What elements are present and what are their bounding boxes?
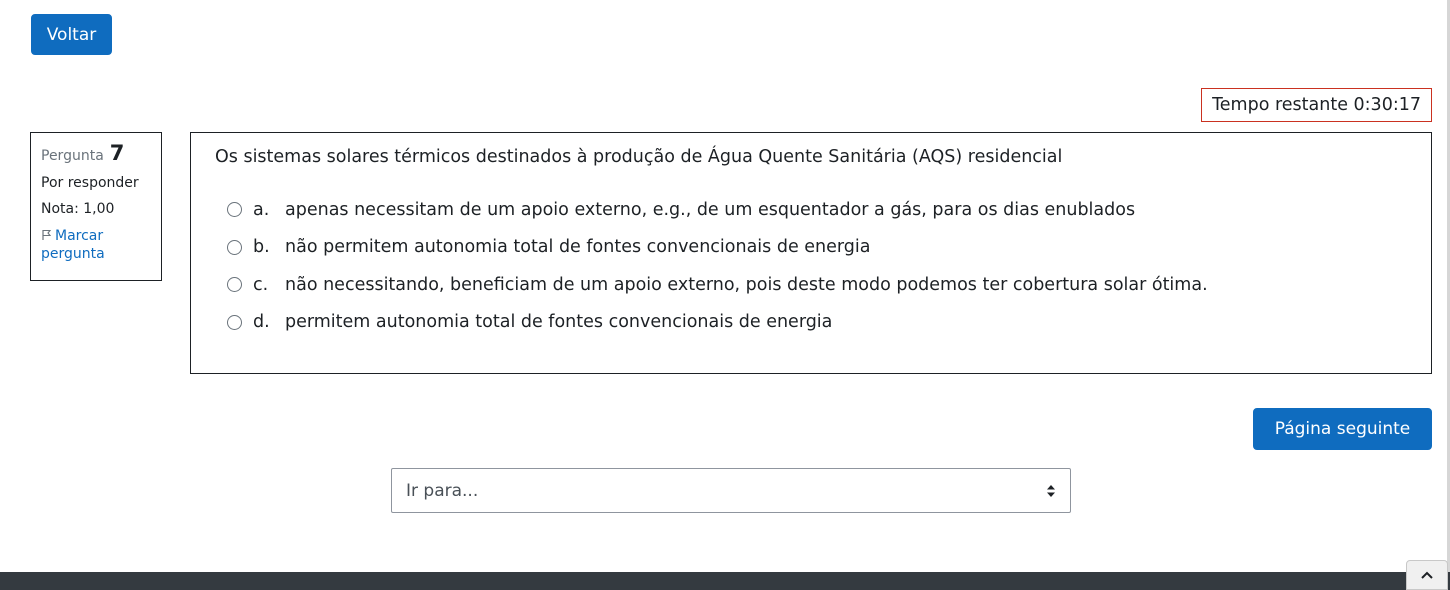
time-remaining: Tempo restante 0:30:17 [1201,88,1432,122]
answer-text: não necessitando, beneficiam de um apoio… [285,274,1208,295]
back-to-top-button[interactable] [1406,560,1448,590]
radio-button[interactable] [227,239,242,255]
jump-to-selected: Ir para... [406,480,479,501]
flag-question-link[interactable]: Marcar pergunta [41,227,151,263]
select-arrows-icon [1047,484,1055,497]
answer-text: permitem autonomia total de fontes conve… [285,312,833,333]
question-number: Pergunta 7 [41,141,151,165]
question-info: Pergunta 7 Por responder Nota: 1,00 Marc… [30,132,162,281]
time-remaining-text: Tempo restante 0:30:17 [1212,95,1421,115]
question-number-value: 7 [109,141,125,165]
chevron-up-icon [1421,571,1433,579]
question-label: Pergunta [41,148,104,164]
radio-button[interactable] [227,202,242,218]
answer-letter: d. [253,312,270,333]
answer-list: a. apenas necessitam de um apoio externo… [215,191,1407,341]
question-text: Os sistemas solares térmicos destinados … [215,147,1063,167]
answer-letter: c. [253,274,269,295]
quiz-page: Voltar Tempo restante 0:30:17 Pergunta 7… [0,0,1450,590]
answer-option[interactable]: a. apenas necessitam de um apoio externo… [215,191,1407,229]
answer-option[interactable]: c. não necessitando, beneficiam de um ap… [215,266,1407,304]
question-grade: Nota: 1,00 [41,201,115,217]
flag-icon [42,229,52,240]
question-content: Os sistemas solares térmicos destinados … [190,132,1432,374]
page-footer [0,572,1450,590]
answer-letter: b. [253,237,270,258]
answer-letter: a. [253,199,270,220]
radio-button[interactable] [227,314,242,330]
answer-text: apenas necessitam de um apoio externo, e… [285,199,1136,220]
answer-option[interactable]: d. permitem autonomia total de fontes co… [215,304,1407,342]
answer-text: não permitem autonomia total de fontes c… [285,237,871,258]
question-state: Por responder [41,175,139,191]
jump-to-select[interactable]: Ir para... [391,468,1071,513]
back-button[interactable]: Voltar [31,14,112,55]
next-page-button[interactable]: Página seguinte [1253,408,1432,450]
answer-option[interactable]: b. não permitem autonomia total de fonte… [215,229,1407,267]
radio-button[interactable] [227,277,242,293]
